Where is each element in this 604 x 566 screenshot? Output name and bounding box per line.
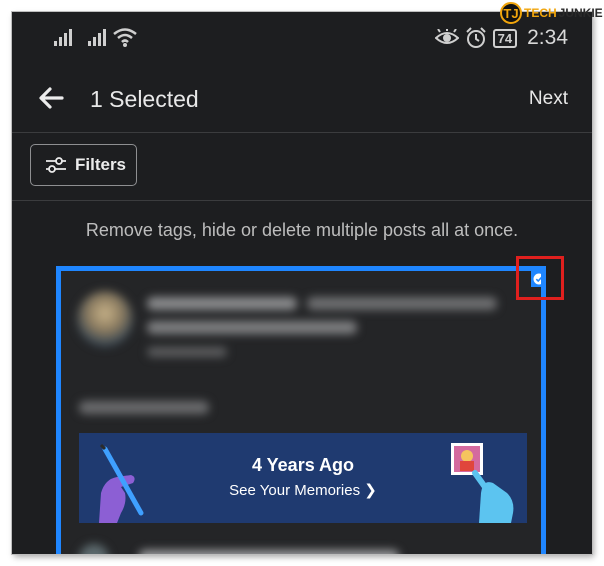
- logo-tech-text: TECH: [524, 6, 557, 20]
- wifi-icon: [113, 28, 137, 47]
- clock: 2:34: [527, 26, 568, 49]
- avatar: [77, 291, 133, 347]
- filters-label: Filters: [75, 155, 127, 174]
- selected-post[interactable]: 4 Years Ago See Your Memories ❯: [56, 266, 546, 554]
- logo-badge: TJ: [500, 2, 522, 24]
- back-arrow-icon[interactable]: [38, 86, 64, 110]
- battery-level: 74: [492, 28, 518, 48]
- filters-button[interactable]: Filters: [30, 144, 137, 186]
- sliders-icon: [46, 157, 66, 173]
- highlight-annotation-box: [516, 256, 564, 300]
- phone-screen: 74 2:34 1 Selected Next Filters Remove t…: [12, 12, 592, 554]
- next-button[interactable]: Next: [529, 88, 568, 110]
- alarm-icon: [465, 27, 486, 48]
- logo-junkie-text: JUNKIE: [558, 6, 603, 20]
- signal-icon: [88, 29, 106, 46]
- app-header: 1 Selected Next: [12, 66, 592, 133]
- page-title: 1 Selected: [90, 86, 199, 112]
- hand-photo-illustration-icon: [451, 443, 514, 523]
- filters-row: Filters: [12, 133, 592, 201]
- hint-text: Remove tags, hide or delete multiple pos…: [85, 220, 519, 240]
- eye-icon: [434, 29, 459, 44]
- memory-card[interactable]: 4 Years Ago See Your Memories ❯: [79, 433, 527, 523]
- status-right: 74 2:34: [434, 26, 568, 50]
- next-post-preview: [79, 536, 539, 554]
- techjunkie-logo: TJ TECH JUNKIE: [500, 2, 603, 24]
- signal-icon: [54, 29, 72, 46]
